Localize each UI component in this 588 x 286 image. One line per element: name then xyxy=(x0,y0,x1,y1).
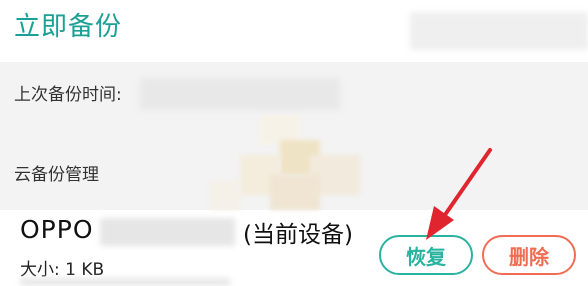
redacted-timestamp xyxy=(140,78,340,110)
redacted-area-bottom xyxy=(20,278,230,286)
device-name: OPPO xyxy=(20,215,94,244)
restore-button[interactable]: 恢复 xyxy=(379,235,473,275)
redacted-mosaic xyxy=(210,115,370,215)
delete-button[interactable]: 删除 xyxy=(482,235,576,275)
redacted-area xyxy=(410,12,588,50)
backup-size: 大小: 1 KB xyxy=(20,260,105,280)
backup-now-title[interactable]: 立即备份 xyxy=(14,6,122,43)
redacted-device-model xyxy=(100,218,235,246)
last-backup-label: 上次备份时间: xyxy=(14,85,122,105)
cloud-backup-management-label: 云备份管理 xyxy=(14,165,99,185)
current-device-label: (当前设备) xyxy=(243,222,353,248)
